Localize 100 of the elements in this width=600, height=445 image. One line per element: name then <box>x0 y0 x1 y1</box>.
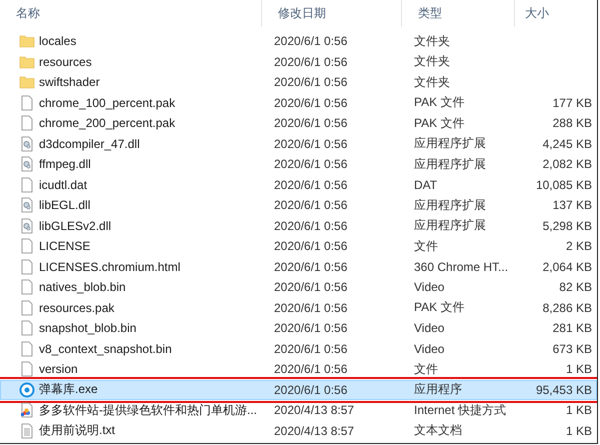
file-icon <box>19 279 35 296</box>
file-size: 673 KB <box>552 342 592 356</box>
column-header[interactable]: 修改日期 <box>262 0 402 27</box>
modified-date: 2020/6/1 0:56 <box>273 260 348 274</box>
file-type: 应用程序扩展 <box>413 156 487 173</box>
file-name: 使用前说明.txt <box>39 422 116 440</box>
file-row[interactable]: resources 2020/6/1 0:56 文件夹 <box>0 52 597 72</box>
file-row[interactable]: LICENSES.chromium.html 2020/6/1 0:56 360 Chrome HT... 2,064 KB <box>0 256 597 277</box>
file-size: 1 KB <box>566 362 592 376</box>
file-type: 应用程序扩展 <box>413 217 487 234</box>
file-row[interactable]: ffmpeg.dll 2020/6/1 0:56 应用程序扩展 2,082 KB <box>0 154 597 174</box>
modified-date: 2020/6/1 0:56 <box>273 54 348 69</box>
modified-date: 2020/6/1 0:56 <box>273 178 348 192</box>
file-icon <box>19 300 35 316</box>
file-icon <box>19 320 35 336</box>
file-icon <box>19 94 35 111</box>
folder-icon <box>19 54 35 70</box>
file-row[interactable]: swiftshader 2020/6/1 0:56 文件夹 <box>0 72 597 92</box>
gear-file-icon <box>19 136 35 152</box>
file-row[interactable]: locales 2020/6/1 0:56 文件夹 <box>0 31 597 52</box>
file-name: libEGL.dll <box>39 198 90 212</box>
file-size: 177 KB <box>552 96 592 110</box>
file-name: resources <box>39 54 92 69</box>
modified-date: 2020/6/1 0:56 <box>273 116 348 130</box>
file-type: Video <box>413 321 446 336</box>
file-type: PAK 文件 <box>413 299 466 316</box>
file-size: 281 KB <box>552 321 592 336</box>
file-size: 2,082 KB <box>542 157 592 172</box>
file-name: LICENSE <box>39 239 90 254</box>
file-row[interactable]: LICENSE 2020/6/1 0:56 文件 2 KB <box>0 236 597 256</box>
column-header[interactable]: 大小 <box>515 0 595 27</box>
modified-date: 2020/6/1 0:56 <box>273 218 348 233</box>
modified-date: 2020/6/1 0:56 <box>273 75 348 90</box>
gear-file-icon <box>19 156 35 172</box>
gear-file-icon <box>19 197 35 214</box>
file-row[interactable]: version 2020/6/1 0:56 文件 1 KB <box>0 359 597 380</box>
file-size: 1 KB <box>566 424 592 438</box>
modified-date: 2020/6/1 0:56 <box>273 198 348 212</box>
file-icon <box>19 361 35 378</box>
file-size: 8,286 KB <box>542 300 592 315</box>
file-name: 多多软件站-提供绿色软件和热门单机游... <box>39 402 257 419</box>
folder-icon <box>19 33 35 50</box>
file-type: 文件夹 <box>413 74 451 91</box>
file-size: 288 KB <box>552 116 592 130</box>
file-name: swiftshader <box>39 75 100 90</box>
file-type: DAT <box>413 178 438 192</box>
file-icon <box>19 176 35 193</box>
file-icon <box>19 340 35 357</box>
file-size: 1 KB <box>566 403 592 418</box>
file-row[interactable]: 弹幕库.exe 2020/6/1 0:56 应用程序 95,453 KB <box>0 380 597 400</box>
modified-date: 2020/6/1 0:56 <box>273 321 348 336</box>
modified-date: 2020/6/1 0:56 <box>273 136 348 151</box>
file-row[interactable]: chrome_100_percent.pak 2020/6/1 0:56 PAK 文件 177 KB <box>0 92 597 113</box>
shortcut-icon <box>19 402 35 418</box>
column-header[interactable]: 名称 <box>0 0 262 27</box>
modified-date: 2020/6/1 0:56 <box>273 362 348 376</box>
file-row[interactable]: chrome_200_percent.pak 2020/6/1 0:56 PAK 文件 288 KB <box>0 113 597 134</box>
file-type: Video <box>413 280 446 294</box>
file-name: resources.pak <box>39 300 114 315</box>
modified-date: 2020/6/1 0:56 <box>273 382 348 397</box>
file-type: 文本文档 <box>413 422 463 440</box>
file-name: 弹幕库.exe <box>39 381 98 398</box>
file-row[interactable]: icudtl.dat 2020/6/1 0:56 DAT 10,085 KB <box>0 174 597 195</box>
column-header[interactable]: 类型 <box>402 0 515 27</box>
file-name: snapshot_blob.bin <box>39 321 136 336</box>
file-name: d3dcompiler_47.dll <box>39 136 140 151</box>
text-file-icon <box>19 422 35 439</box>
file-name: ffmpeg.dll <box>39 157 91 172</box>
file-name: natives_blob.bin <box>39 280 126 294</box>
file-size: 10,085 KB <box>536 178 592 192</box>
file-name: locales <box>39 34 76 48</box>
file-type: 文件 <box>413 360 439 378</box>
file-row[interactable]: v8_context_snapshot.bin 2020/6/1 0:56 Video 673 KB <box>0 338 597 359</box>
file-icon <box>19 115 35 132</box>
file-row[interactable]: libGLESv2.dll 2020/6/1 0:56 应用程序扩展 5,298 KB <box>0 216 597 236</box>
modified-date: 2020/6/1 0:56 <box>273 239 348 254</box>
file-row[interactable]: 使用前说明.txt 2020/4/13 8:57 文本文档 1 KB <box>0 420 597 441</box>
circle-icon <box>19 382 35 398</box>
file-row[interactable]: libEGL.dll 2020/6/1 0:56 应用程序扩展 137 KB <box>0 195 597 216</box>
file-type: 文件 <box>413 238 439 255</box>
file-type: 360 Chrome HT... <box>413 260 510 274</box>
file-type: 文件夹 <box>413 53 451 70</box>
file-name: version <box>39 362 78 376</box>
file-size: 5,298 KB <box>542 218 592 233</box>
file-size: 2,064 KB <box>542 260 592 274</box>
file-row[interactable]: natives_blob.bin 2020/6/1 0:56 Video 82 KB <box>0 277 597 298</box>
file-size: 4,245 KB <box>542 136 592 151</box>
file-type: 文件夹 <box>413 32 451 50</box>
file-size: 137 KB <box>552 198 592 212</box>
modified-date: 2020/6/1 0:56 <box>273 96 348 110</box>
modified-date: 2020/4/13 8:57 <box>273 424 356 438</box>
modified-date: 2020/6/1 0:56 <box>273 157 348 172</box>
file-name: chrome_100_percent.pak <box>39 96 176 110</box>
file-row[interactable]: d3dcompiler_47.dll 2020/6/1 0:56 应用程序扩展 4,245 KB <box>0 134 597 154</box>
file-row[interactable]: 多多软件站-提供绿色软件和热门单机游... 2020/4/13 8:57 Internet 快捷方式 1 KB <box>0 400 597 420</box>
modified-date: 2020/6/1 0:56 <box>273 280 348 294</box>
file-row[interactable]: resources.pak 2020/6/1 0:56 PAK 文件 8,286 KB <box>0 298 597 318</box>
modified-date: 2020/6/1 0:56 <box>273 342 348 356</box>
file-name: chrome_200_percent.pak <box>39 116 176 130</box>
file-row[interactable]: snapshot_blob.bin 2020/6/1 0:56 Video 281 KB <box>0 318 597 338</box>
